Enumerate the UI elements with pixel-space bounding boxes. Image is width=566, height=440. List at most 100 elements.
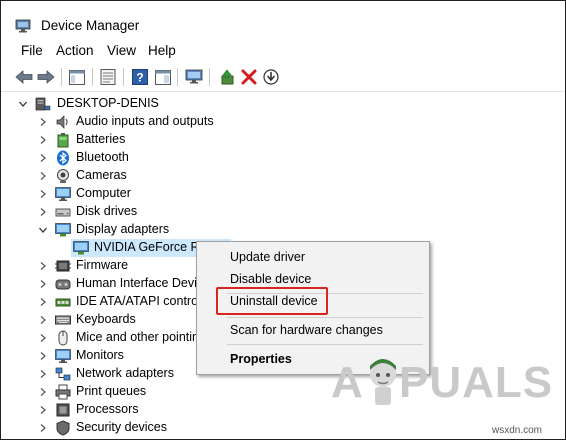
computer-root-icon <box>35 97 51 111</box>
watermark-text: PUALS <box>399 358 554 407</box>
chevron-right-icon[interactable] <box>37 404 49 416</box>
toolbar-separator <box>177 68 178 86</box>
action-pane-icon[interactable] <box>154 68 172 86</box>
menu-item-label: Disable device <box>230 272 312 286</box>
tree-item-label: Display adapters <box>76 222 170 236</box>
chevron-right-icon[interactable] <box>37 350 49 362</box>
tree-item-label: Batteries <box>76 132 126 146</box>
tree-item-network[interactable]: Network adapters <box>1 365 201 383</box>
tree-item-batteries[interactable]: Batteries <box>1 131 201 149</box>
back-arrow-icon[interactable] <box>15 68 33 86</box>
keyboard-icon <box>55 315 71 325</box>
chevron-right-icon[interactable] <box>37 386 49 398</box>
help-icon[interactable]: ? <box>131 68 149 86</box>
firmware-icon <box>55 260 71 272</box>
tree-item-label: Firmware <box>76 258 129 272</box>
tree-item-hid[interactable]: Human Interface Devic <box>1 275 204 293</box>
tree-root[interactable]: DESKTOP-DENIS <box>1 95 201 113</box>
chevron-right-icon[interactable] <box>37 332 49 344</box>
tree-item-display-adapters[interactable]: Display adapters <box>1 221 201 239</box>
uninstall-x-icon[interactable] <box>240 68 258 86</box>
menu-item-label: Properties <box>230 352 292 366</box>
tree-item-label: Disk drives <box>76 204 138 218</box>
uninstall-highlight-box <box>216 287 328 315</box>
gpu-icon <box>73 241 89 255</box>
chevron-right-icon[interactable] <box>37 368 49 380</box>
toolbar-separator <box>123 68 124 86</box>
chevron-right-icon[interactable] <box>37 278 49 290</box>
ide-icon <box>55 298 71 307</box>
tree-item-label: Mice and other pointin <box>76 330 199 344</box>
tree-item-label: Computer <box>76 186 131 200</box>
security-icon <box>56 420 70 436</box>
tree-item-firmware[interactable]: Firmware <box>1 257 201 275</box>
toolbar-separator <box>209 68 210 86</box>
tree-item-mice[interactable]: Mice and other pointin <box>1 329 201 347</box>
tree-root-label: DESKTOP-DENIS <box>57 96 159 110</box>
tree-item-processors[interactable]: Processors <box>1 401 201 419</box>
tree-item-label: Human Interface Devic <box>76 276 204 290</box>
tree-item-ide[interactable]: IDE ATA/ATAPI controll <box>1 293 204 311</box>
bluetooth-icon <box>57 150 69 166</box>
mouse-icon <box>58 330 68 346</box>
toolbar: ? <box>1 63 565 92</box>
forward-arrow-icon[interactable] <box>37 68 55 86</box>
menu-file[interactable]: File <box>21 43 43 58</box>
show-hide-console-tree-icon[interactable] <box>68 68 86 86</box>
computer-icon <box>55 187 71 201</box>
chevron-right-icon[interactable] <box>37 188 49 200</box>
menu-item-update-driver[interactable]: Update driver <box>197 247 429 269</box>
svg-text:?: ? <box>136 71 143 85</box>
tree-item-bluetooth[interactable]: Bluetooth <box>1 149 201 167</box>
camera-icon <box>57 169 69 183</box>
tree-item-label: NVIDIA GeForce RT <box>94 240 207 254</box>
chevron-right-icon[interactable] <box>37 116 49 128</box>
tree-item-audio[interactable]: Audio inputs and outputs <box>1 113 214 131</box>
menu-action[interactable]: Action <box>56 43 94 58</box>
toolbar-separator <box>61 68 62 86</box>
tree-item-computer[interactable]: Computer <box>1 185 201 203</box>
watermark-letter-a: A <box>331 358 364 407</box>
tree-item-label: Cameras <box>76 168 127 182</box>
chevron-right-icon[interactable] <box>37 422 49 434</box>
update-driver-icon[interactable] <box>218 68 236 86</box>
tree-item-label: Keyboards <box>76 312 136 326</box>
tree-item-keyboards[interactable]: Keyboards <box>1 311 201 329</box>
processor-icon <box>56 403 70 417</box>
tree-item-monitors[interactable]: Monitors <box>1 347 201 365</box>
chevron-right-icon[interactable] <box>37 170 49 182</box>
tree-item-label: Processors <box>76 402 139 416</box>
menu-view[interactable]: View <box>107 43 136 58</box>
menu-separator <box>227 317 423 318</box>
mascot-icon <box>370 359 396 405</box>
tree-item-label: Monitors <box>76 348 124 362</box>
chevron-right-icon[interactable] <box>37 134 49 146</box>
printer-icon <box>55 384 71 400</box>
chevron-right-icon[interactable] <box>37 206 49 218</box>
chevron-right-icon[interactable] <box>37 260 49 272</box>
tree-item-label: Bluetooth <box>76 150 129 164</box>
chevron-down-icon[interactable] <box>17 98 29 110</box>
disk-icon <box>55 208 71 217</box>
scan-hardware-icon[interactable] <box>262 68 280 86</box>
tree-item-cameras[interactable]: Cameras <box>1 167 201 185</box>
chevron-right-icon[interactable] <box>37 314 49 326</box>
menu-item-label: Update driver <box>230 250 306 264</box>
properties-icon[interactable] <box>99 68 117 86</box>
tree-item-disk-drives[interactable]: Disk drives <box>1 203 201 221</box>
tree-item-print-queues[interactable]: Print queues <box>1 383 201 401</box>
chevron-down-icon[interactable] <box>37 224 49 236</box>
hid-icon <box>55 279 71 290</box>
appuals-watermark: A PUALS <box>331 354 552 412</box>
tree-item-label: Security devices <box>76 420 168 434</box>
speaker-icon <box>56 115 68 129</box>
menu-item-scan-hardware[interactable]: Scan for hardware changes <box>197 320 429 342</box>
menu-item-label: Scan for hardware changes <box>230 323 383 337</box>
menu-help[interactable]: Help <box>148 43 176 58</box>
monitor-icon[interactable] <box>185 68 203 86</box>
chevron-right-icon[interactable] <box>37 296 49 308</box>
tree-item-security[interactable]: Security devices <box>1 419 201 437</box>
chevron-right-icon[interactable] <box>37 152 49 164</box>
tree-item-label: IDE ATA/ATAPI controll <box>76 294 204 308</box>
window-title: Device Manager <box>41 18 140 33</box>
